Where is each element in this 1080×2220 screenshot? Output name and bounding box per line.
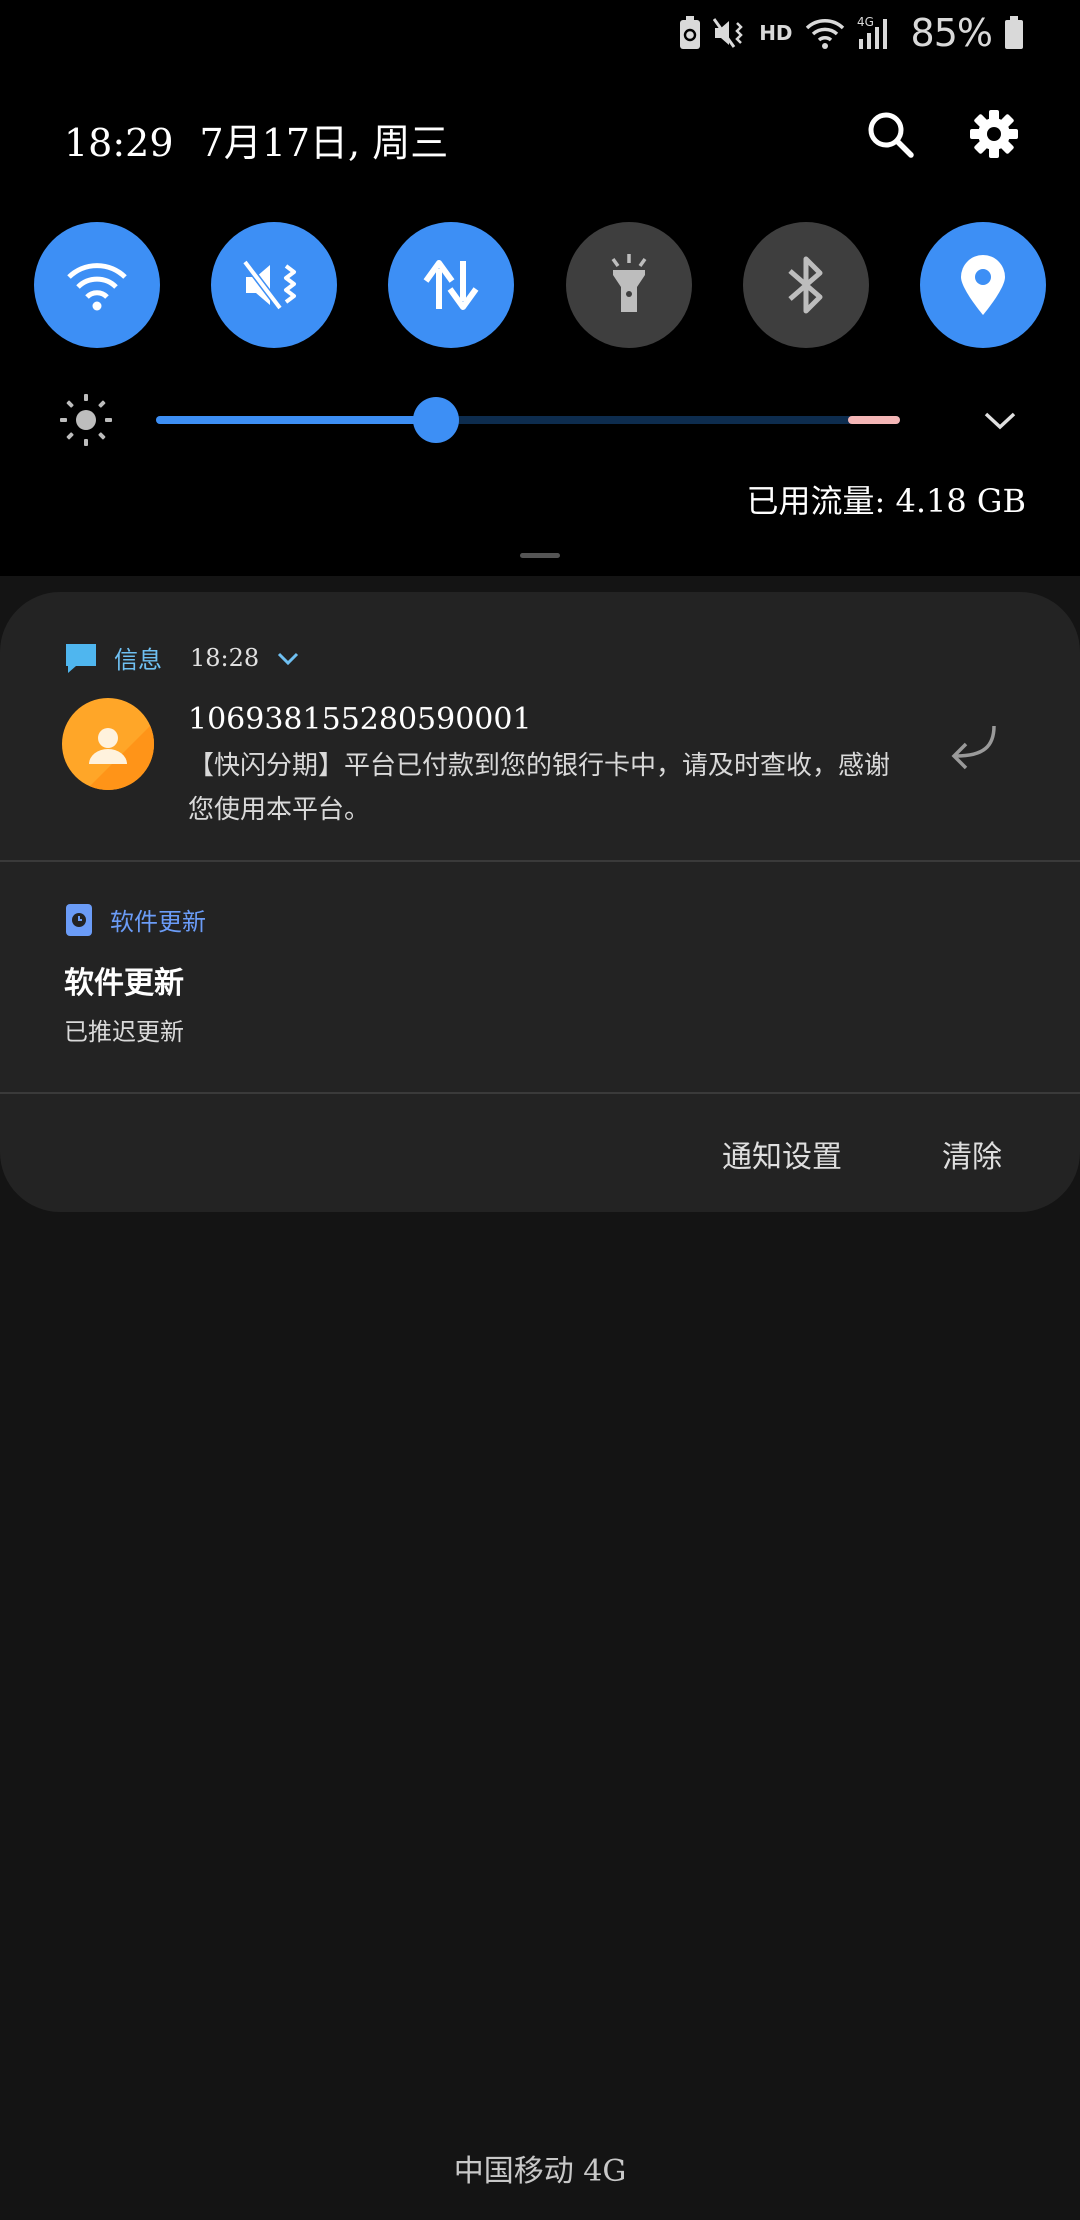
sun-icon <box>60 394 112 450</box>
reply-button[interactable] <box>946 722 998 774</box>
message-notification[interactable]: 信息 18:28 106938155280590001 【快闪分期】平台已付款到… <box>0 592 1080 860</box>
clear-button[interactable]: 清除 <box>942 1132 1002 1176</box>
sender-number: 106938155280590001 <box>188 702 532 737</box>
toggle-location[interactable] <box>919 222 1046 348</box>
divider <box>0 1092 1080 1094</box>
quick-panel: HD 4G 85% 18:29 7月17日, 周三 已用流量: 4.18 GB <box>0 0 1080 576</box>
app-name: 信息 <box>114 646 162 674</box>
notification-card: 信息 18:28 106938155280590001 【快闪分期】平台已付款到… <box>0 592 1080 1212</box>
header-actions <box>862 106 1022 162</box>
battery-percent: 85% <box>910 11 993 55</box>
brightness-limit-marker <box>847 416 900 424</box>
notification-text: 已推迟更新 <box>64 1018 184 1046</box>
toggle-wifi[interactable] <box>34 222 160 348</box>
mute-vibrate-icon <box>713 17 747 49</box>
software-update-icon <box>66 903 92 936</box>
clock-date[interactable]: 18:29 7月17日, 周三 <box>64 112 448 167</box>
notification-title: 软件更新 <box>64 966 184 1001</box>
svg-text:4G: 4G <box>857 15 874 29</box>
toggle-bluetooth[interactable] <box>742 222 869 348</box>
search-button[interactable] <box>862 106 918 162</box>
brightness-control <box>60 390 1020 450</box>
data-arrows-icon <box>423 260 479 310</box>
reply-icon <box>951 725 996 770</box>
search-icon <box>868 112 914 158</box>
chevron-down-icon[interactable] <box>275 645 301 671</box>
avatar <box>62 698 154 790</box>
toggle-mobile-data[interactable] <box>388 222 515 348</box>
carrier-label: 中国移动 4G <box>453 2154 627 2189</box>
data-usage-text: 已用流量: 4.18 GB <box>746 482 1026 520</box>
clock-time: 18:29 <box>64 121 174 165</box>
notification-footer: 通知设置 清除 <box>722 1132 1002 1176</box>
settings-button[interactable] <box>966 106 1022 162</box>
message-body: 【快闪分期】平台已付款到您的银行卡中，请及时查收，感谢您使用本平台。 <box>188 751 891 825</box>
signal-icon: 4G <box>857 15 893 51</box>
battery-icon <box>1004 16 1024 50</box>
brightness-slider-handle[interactable] <box>413 397 460 443</box>
brightness-fill <box>156 416 437 424</box>
panel-drag-handle[interactable] <box>520 553 560 558</box>
person-icon <box>86 722 154 790</box>
brightness-slider[interactable] <box>156 397 900 443</box>
battery-saver-icon <box>679 16 701 50</box>
expand-panel-button[interactable] <box>980 400 1020 444</box>
wifi-icon <box>805 17 845 49</box>
notification-time: 18:28 <box>190 643 260 672</box>
software-update-notification[interactable]: 软件更新 软件更新 已推迟更新 <box>0 862 1080 1084</box>
mute-vibrate-icon <box>242 259 297 311</box>
hd-badge: HD <box>759 21 793 45</box>
bluetooth-icon <box>788 256 823 314</box>
quick-toggles <box>34 222 1046 348</box>
wifi-icon <box>67 263 127 311</box>
toggle-flashlight[interactable] <box>565 222 692 348</box>
chevron-down-icon <box>984 412 1016 430</box>
notification-header: 信息 18:28 <box>64 640 301 675</box>
notification-header: 软件更新 <box>64 902 206 937</box>
settings-icon <box>970 110 1018 158</box>
toggle-sound[interactable] <box>211 222 338 348</box>
flashlight-icon <box>611 254 646 312</box>
notification-settings-button[interactable]: 通知设置 <box>722 1132 842 1176</box>
date-text: 7月17日, 周三 <box>199 121 449 165</box>
location-pin-icon <box>960 255 1005 315</box>
message-icon <box>66 643 96 673</box>
status-bar: HD 4G 85% <box>679 8 1024 58</box>
app-name: 软件更新 <box>110 908 206 936</box>
